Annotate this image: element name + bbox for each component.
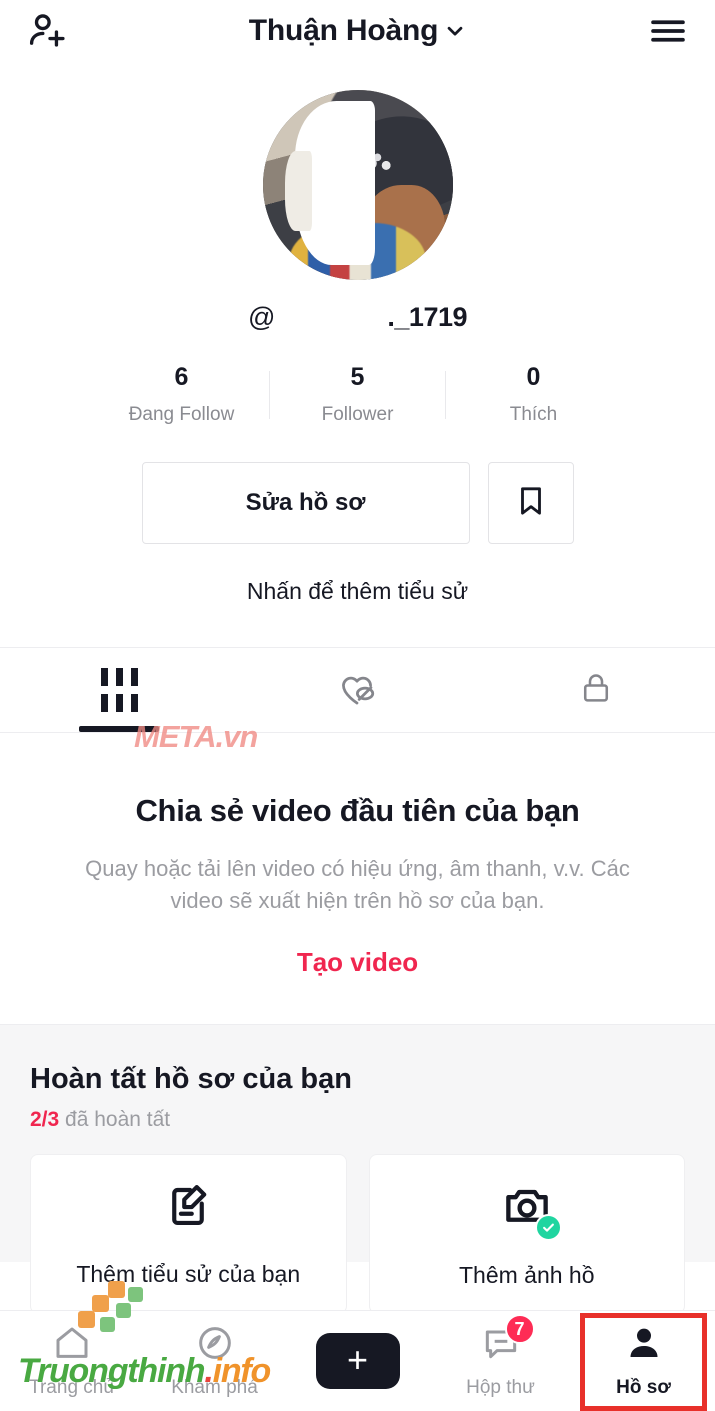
- bottom-navigation: Trang chủ Khám phá + 7 Hộp thư Hồ sơ: [0, 1310, 715, 1411]
- tab-liked[interactable]: [238, 648, 476, 732]
- stat-value: 6: [174, 363, 189, 391]
- check-badge-icon: [534, 1213, 562, 1241]
- card-label: Thêm ảnh hồ: [458, 1261, 595, 1288]
- stat-value: 0: [526, 363, 541, 391]
- card-label: Thêm tiểu sử của bạn: [76, 1260, 301, 1287]
- complete-profile-cards: Thêm tiểu sử của bạn Thêm ảnh hồ: [30, 1153, 685, 1314]
- heart-hidden-icon: [335, 666, 379, 715]
- edit-note-icon: [163, 1180, 213, 1235]
- nav-inbox[interactable]: 7 Hộp thư: [429, 1311, 572, 1411]
- bio-placeholder[interactable]: Nhấn để thêm tiểu sử: [0, 578, 715, 605]
- complete-profile-section: Hoàn tất hồ sơ của bạn 2/3 đã hoàn tất T…: [0, 1023, 715, 1314]
- username-handle[interactable]: @ ._1719: [0, 302, 715, 333]
- create-plus-icon: +: [307, 1333, 408, 1389]
- tab-videos[interactable]: [0, 648, 238, 732]
- handle-tail: ._1719: [387, 302, 467, 332]
- nav-profile[interactable]: Hồ sơ: [572, 1311, 715, 1411]
- stat-following[interactable]: 6 Đang Follow: [94, 363, 269, 426]
- stat-value: 5: [350, 363, 365, 391]
- stat-label: Đang Follow: [128, 404, 235, 425]
- empty-title: Chia sẻ video đầu tiên của bạn: [135, 793, 580, 828]
- grid-icon: [100, 668, 138, 712]
- profile-actions: Sửa hồ sơ: [0, 462, 715, 544]
- plus-glyph: +: [346, 1338, 369, 1380]
- stat-label: Thích: [509, 404, 558, 425]
- stat-likes[interactable]: 0 Thích: [446, 363, 621, 426]
- nav-discover[interactable]: Khám phá: [143, 1311, 286, 1411]
- inbox-badge: 7: [504, 1314, 535, 1344]
- camera-icon: [501, 1179, 562, 1241]
- person-icon: [624, 1323, 664, 1368]
- bookmark-icon: [514, 484, 548, 523]
- nav-label: Trang chủ: [29, 1377, 114, 1398]
- home-icon: [52, 1323, 92, 1368]
- nav-label: Khám phá: [171, 1377, 258, 1398]
- profile-section: @ ._1719 6 Đang Follow 5 Follower 0 Thíc…: [0, 62, 715, 605]
- empty-state: Chia sẻ video đầu tiên của bạn Quay hoặc…: [0, 733, 715, 1024]
- tab-active-indicator: [79, 726, 160, 732]
- complete-profile-title: Hoàn tất hồ sơ của bạn: [30, 1062, 352, 1095]
- bookmark-button[interactable]: [487, 462, 574, 544]
- nav-label: Hộp thư: [466, 1377, 535, 1398]
- edit-profile-button[interactable]: Sửa hồ sơ: [141, 462, 470, 544]
- empty-description: Quay hoặc tải lên video có hiệu ứng, âm …: [85, 856, 630, 913]
- nav-home[interactable]: Trang chủ: [0, 1311, 143, 1411]
- avatar-redaction-secondary: [285, 150, 312, 231]
- create-video-link[interactable]: Tạo video: [58, 947, 657, 978]
- complete-profile-progress: 2/3 đã hoàn tất: [30, 1108, 685, 1132]
- add-person-icon[interactable]: [26, 10, 68, 52]
- chevron-down-icon: [444, 20, 466, 42]
- card-add-bio[interactable]: Thêm tiểu sử của bạn: [30, 1153, 347, 1314]
- stats-row: 6 Đang Follow 5 Follower 0 Thích: [0, 363, 715, 426]
- progress-count: 2/3: [30, 1107, 60, 1131]
- lock-icon: [577, 669, 615, 712]
- nav-create[interactable]: +: [286, 1311, 429, 1411]
- app-header: Thuận Hoàng: [0, 0, 715, 62]
- stat-label: Follower: [321, 404, 394, 425]
- nav-label: Hồ sơ: [616, 1377, 671, 1398]
- card-add-photo[interactable]: Thêm ảnh hồ: [368, 1153, 685, 1314]
- hamburger-menu-icon[interactable]: [647, 10, 689, 52]
- tab-private[interactable]: [477, 648, 715, 732]
- profile-tabs: [0, 647, 715, 733]
- profile-name-dropdown[interactable]: Thuận Hoàng: [68, 14, 647, 48]
- progress-suffix: đã hoàn tất: [65, 1107, 171, 1131]
- avatar[interactable]: [262, 90, 453, 280]
- page-title: Thuận Hoàng: [248, 14, 439, 47]
- inbox-icon: 7: [481, 1314, 535, 1368]
- stat-followers[interactable]: 5 Follower: [270, 363, 445, 426]
- handle-at: @: [247, 302, 276, 332]
- compass-icon: [195, 1323, 235, 1368]
